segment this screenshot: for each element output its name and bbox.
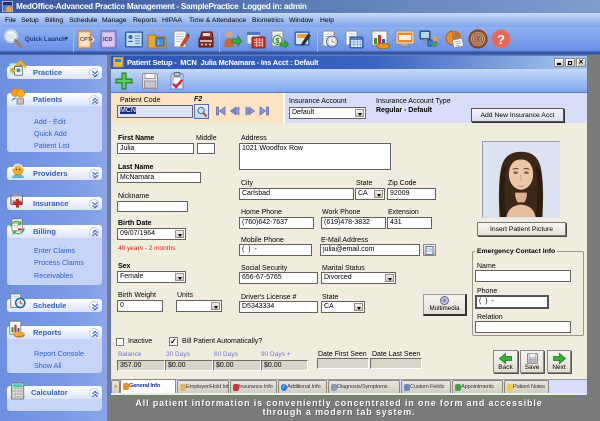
svg-text:ICD: ICD [103,37,113,43]
svg-text:i: i [158,41,159,47]
svg-text:CPT: CPT [80,37,92,43]
svg-text:?: ? [497,32,505,47]
svg-text:$: $ [276,38,280,45]
